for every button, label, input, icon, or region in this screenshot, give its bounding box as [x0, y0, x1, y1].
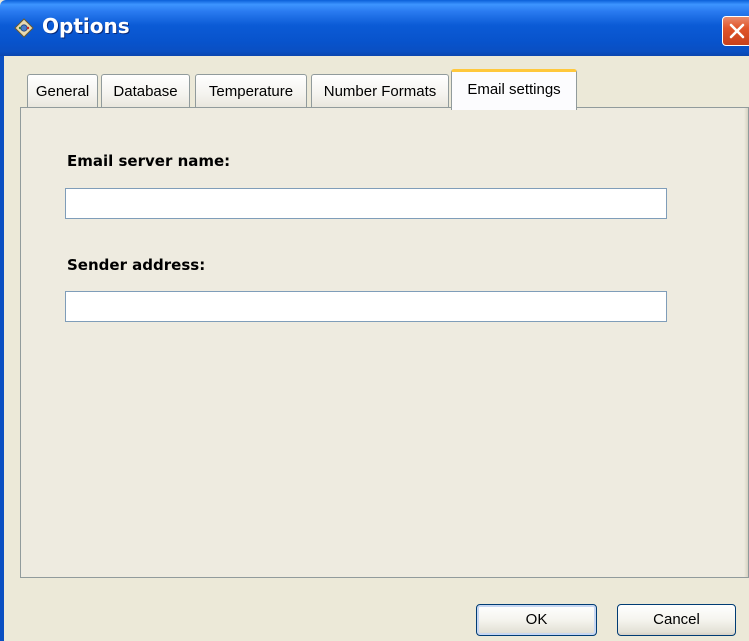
close-button[interactable]: [722, 16, 749, 46]
tab-general[interactable]: General: [27, 74, 98, 108]
email-server-name-label: Email server name:: [67, 152, 231, 170]
ok-button[interactable]: OK: [476, 604, 597, 636]
email-server-name-input[interactable]: [65, 188, 667, 219]
cancel-button[interactable]: Cancel: [617, 604, 736, 636]
sender-address-input[interactable]: [65, 291, 667, 322]
tab-database[interactable]: Database: [101, 74, 190, 108]
tab-temperature[interactable]: Temperature: [195, 74, 307, 108]
tab-number-formats[interactable]: Number Formats: [311, 74, 449, 108]
email-settings-panel: Email server name: Sender address:: [20, 107, 749, 578]
window-title: Options: [42, 14, 130, 38]
title-bar[interactable]: Options: [0, 0, 749, 56]
close-icon: [729, 23, 745, 39]
sender-address-label: Sender address:: [67, 256, 206, 274]
tab-email-settings[interactable]: Email settings: [451, 69, 577, 110]
window-frame-left: [0, 56, 4, 641]
panel-shade: [744, 108, 748, 577]
options-dialog: Options General Database Temperature Num…: [0, 0, 749, 641]
app-icon: [14, 18, 34, 38]
